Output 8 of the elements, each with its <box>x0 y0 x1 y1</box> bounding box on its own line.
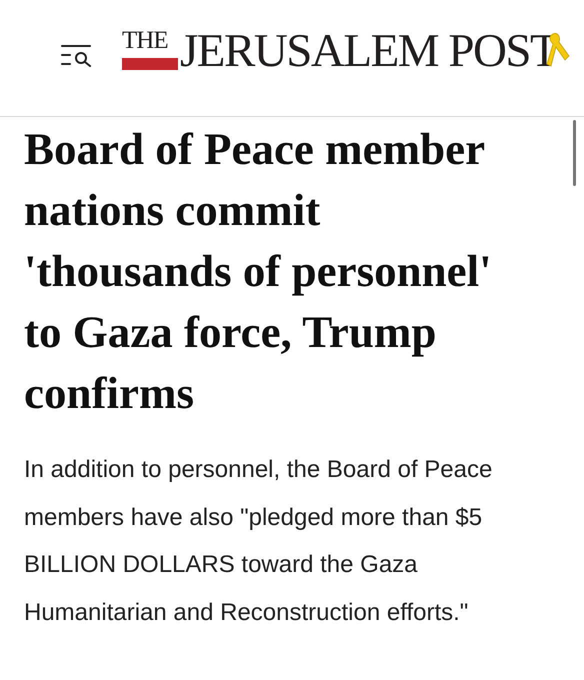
scrollbar-thumb[interactable] <box>573 120 576 186</box>
menu-search-icon[interactable] <box>60 43 94 67</box>
article-summary: In addition to personnel, the Board of Peace members have also "pledged more than $5 BILLION DOLLARS toward the Gaza Humanitarian and Reconstruction efforts." <box>24 455 494 628</box>
logo-prefix: THE <box>122 28 168 54</box>
logo-name: JERUSALEM POST <box>180 26 558 76</box>
article-headline: Board of Peace member nations commit 'thousands of personnel' to Gaza force, Trump confirms <box>24 123 493 420</box>
logo-bar <box>122 58 178 70</box>
logo[interactable]: THE JERUSALEM POST <box>122 26 572 76</box>
